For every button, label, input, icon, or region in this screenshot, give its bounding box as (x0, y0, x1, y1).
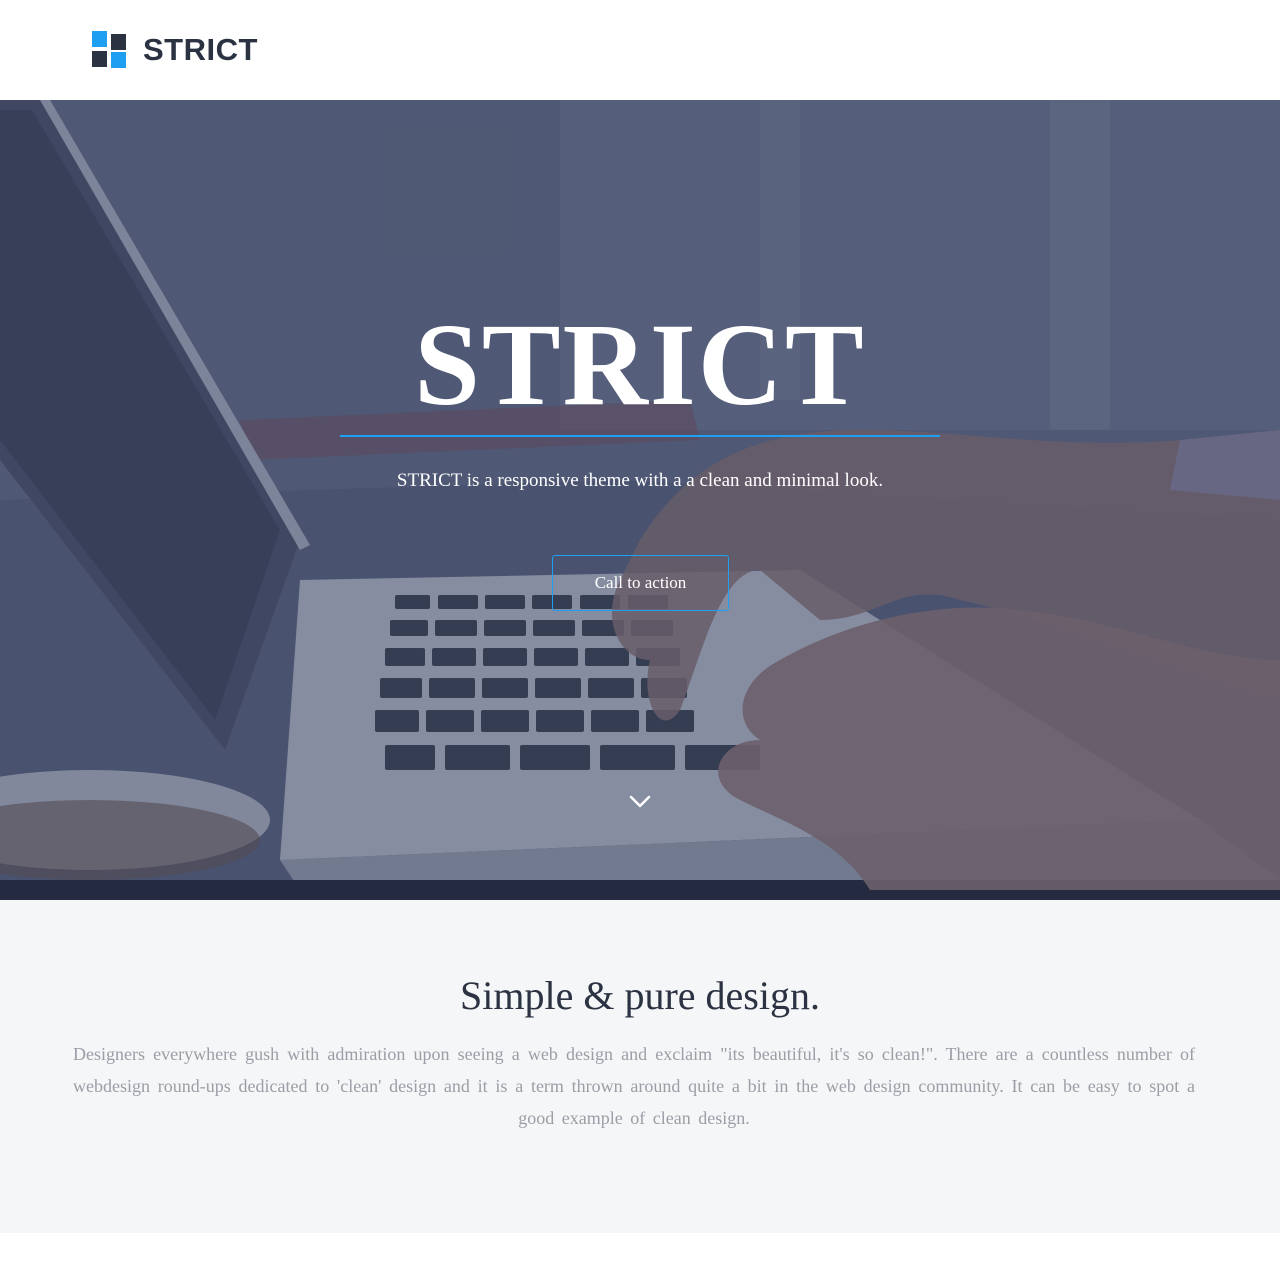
intro-title: Simple & pure design. (460, 973, 820, 1018)
call-to-action-button[interactable]: Call to action (552, 555, 729, 611)
four-squares-logo-icon (92, 31, 126, 68)
chevron-down-icon[interactable] (628, 794, 652, 810)
hero-section: STRICT STRICT is a responsive theme with… (0, 100, 1280, 900)
hero-subtitle: STRICT is a responsive theme with a a cl… (396, 470, 884, 491)
hero-overlay (0, 100, 1280, 900)
intro-section: Simple & pure design. Designers everywhe… (0, 900, 1280, 1233)
hero-title: STRICT (414, 299, 866, 430)
intro-paragraph: Designers everywhere gush with admiratio… (73, 1044, 1195, 1128)
brand-name: STRICT (143, 32, 258, 67)
hero-divider (340, 435, 940, 437)
brand-logo-link[interactable]: STRICT (92, 31, 258, 68)
site-header: STRICT (0, 0, 1280, 100)
